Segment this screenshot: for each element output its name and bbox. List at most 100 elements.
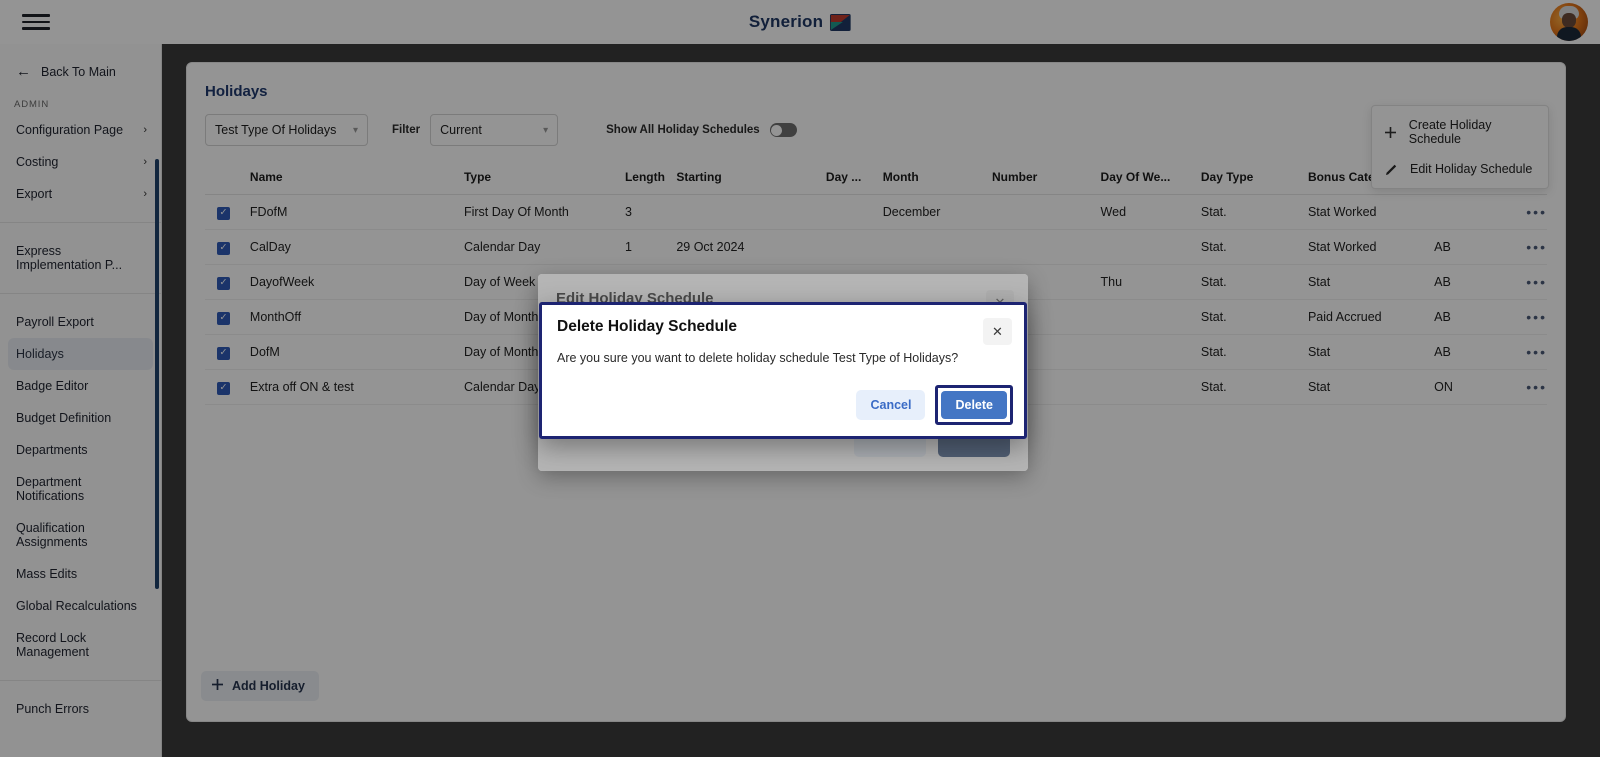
th-number[interactable]: Number [991, 162, 1101, 195]
cancel-button[interactable]: Cancel [856, 390, 926, 420]
row-overflow-menu-icon[interactable]: ••• [1526, 309, 1547, 325]
sidebar-item-label: Badge Editor [16, 379, 89, 393]
brand-logo: Synerion [749, 12, 852, 32]
cell-extra [1434, 194, 1527, 230]
hamburger-icon[interactable] [22, 11, 52, 33]
plus-icon [1384, 126, 1398, 139]
sidebar-section-label: ADMIN [14, 99, 50, 110]
delete-button[interactable]: Delete [941, 391, 1007, 419]
sidebar-divider [0, 293, 161, 294]
row-checkbox[interactable]: ✓ [217, 206, 230, 220]
th-starting[interactable]: Starting [676, 162, 826, 195]
th-month[interactable]: Month [882, 162, 992, 195]
avatar[interactable] [1550, 3, 1588, 41]
sidebar-item-holidays[interactable]: Holidays [8, 338, 153, 370]
sidebar-item-qualification-assignments[interactable]: Qualification Assignments [0, 512, 161, 558]
sidebar-item-mass-edits[interactable]: Mass Edits [0, 558, 161, 590]
th-name[interactable]: Name [249, 162, 464, 195]
table-row[interactable]: ✓ FDofM First Day Of Month 3 December Wed Stat… [205, 194, 1547, 230]
delete-holiday-schedule-dialog: Delete Holiday Schedule ✕ Are you sure y… [539, 302, 1027, 439]
cell-day-of-week [1100, 299, 1201, 335]
row-overflow-menu-icon[interactable]: ••• [1526, 344, 1547, 360]
cell-name: Extra off ON & test [249, 369, 464, 405]
cell-type: First Day Of Month [463, 194, 625, 230]
row-overflow-menu-icon[interactable]: ••• [1526, 379, 1547, 395]
chevron-right-icon: › [143, 156, 147, 168]
show-all-toggle[interactable] [769, 123, 797, 137]
cell-name: DayofWeek [249, 264, 464, 300]
cell-starting: 29 Oct 2024 [676, 229, 826, 265]
delete-dialog-footer: Cancel Delete [856, 385, 1013, 425]
row-checkbox[interactable]: ✓ [217, 381, 230, 395]
cell-starting [676, 194, 826, 230]
cell-day-off [825, 229, 883, 265]
th-day-off[interactable]: Day ... [825, 162, 883, 195]
row-checkbox[interactable]: ✓ [217, 311, 230, 325]
avatar-face [1562, 13, 1576, 28]
toggle-knob [771, 124, 783, 136]
actions-dropdown-menu: Create Holiday Schedule Edit Holiday Sch… [1371, 105, 1549, 189]
sidebar-item-payroll-export[interactable]: Payroll Export [0, 306, 161, 338]
row-menu-cell: ••• [1526, 334, 1547, 370]
sidebar-scrollbar[interactable] [155, 159, 159, 589]
sidebar-item-label: Holidays [16, 347, 64, 361]
back-to-main-button[interactable]: ← Back To Main [0, 44, 161, 79]
cell-bonus-category: Paid Accrued [1307, 299, 1435, 335]
sidebar: ← Back To Main ADMIN Configuration Page ›… [0, 44, 162, 757]
cell-type: Calendar Day [463, 229, 625, 265]
sidebar-item-costing[interactable]: Costing › [0, 146, 161, 178]
add-holiday-button[interactable]: Add Holiday [201, 671, 319, 701]
sidebar-item-express-implementation-p[interactable]: Express Implementation P... [0, 235, 161, 281]
row-checkbox[interactable]: ✓ [217, 241, 230, 255]
th-day-type[interactable]: Day Type [1200, 162, 1308, 195]
sidebar-item-budget-definition[interactable]: Budget Definition [0, 402, 161, 434]
th-day-of-week[interactable]: Day Of We... [1100, 162, 1201, 195]
sidebar-item-configuration-page[interactable]: Configuration Page › [0, 114, 161, 146]
cell-bonus-category: Stat Worked [1307, 194, 1435, 230]
sidebar-item-label: Global Recalculations [16, 599, 137, 613]
row-checkbox[interactable]: ✓ [217, 276, 230, 290]
row-checkbox-cell: ✓ [205, 334, 250, 370]
sidebar-item-export[interactable]: Export › [0, 178, 161, 210]
filter-select[interactable]: Current ▾ [430, 114, 559, 146]
app-root: Synerion ← Back To Main ADMIN Configurat… [0, 0, 1600, 757]
cell-extra: AB [1434, 229, 1527, 265]
sidebar-item-badge-editor[interactable]: Badge Editor [0, 370, 161, 402]
close-icon[interactable]: ✕ [983, 318, 1012, 345]
sidebar-item-global-recalculations[interactable]: Global Recalculations [0, 590, 161, 622]
row-overflow-menu-icon[interactable]: ••• [1526, 239, 1547, 255]
cell-extra: AB [1434, 264, 1527, 300]
schedule-select[interactable]: Test Type Of Holidays ▾ [205, 114, 368, 146]
menu-item-create-holiday-schedule[interactable]: Create Holiday Schedule [1372, 110, 1548, 154]
row-checkbox[interactable]: ✓ [217, 346, 230, 360]
synerion-mark-icon [830, 13, 852, 31]
cell-length: 3 [624, 194, 677, 230]
table-row[interactable]: ✓ CalDay Calendar Day 1 29 Oct 2024 Stat. Stat… [205, 229, 1547, 265]
sidebar-item-departments[interactable]: Departments [0, 434, 161, 466]
sidebar-item-label: Costing [16, 155, 59, 169]
row-overflow-menu-icon[interactable]: ••• [1526, 274, 1547, 290]
cell-bonus-category: Stat [1307, 369, 1435, 405]
cell-month: December [882, 194, 992, 230]
top-bar: Synerion [0, 0, 1600, 44]
cell-bonus-category: Stat Worked [1307, 229, 1435, 265]
sidebar-item-department-notifications[interactable]: Department Notifications [0, 466, 161, 512]
cell-day-off [825, 194, 883, 230]
chevron-down-icon: ▾ [352, 124, 358, 136]
menu-item-edit-holiday-schedule[interactable]: Edit Holiday Schedule [1372, 154, 1548, 184]
cell-name: CalDay [249, 229, 464, 265]
cell-name: FDofM [249, 194, 464, 230]
delete-dialog-message: Are you sure you want to delete holiday … [557, 351, 959, 365]
table-head: Name Type Length Starting Day ... Month … [205, 162, 1547, 195]
show-all-toggle-label: Show All Holiday Schedules [606, 124, 760, 136]
sidebar-item-record-lock-management[interactable]: Record Lock Management [0, 622, 161, 668]
row-checkbox-cell: ✓ [205, 369, 250, 405]
sidebar-nav: Configuration Page › Costing › Export › Expres… [0, 114, 161, 725]
row-checkbox-cell: ✓ [205, 264, 250, 300]
sidebar-item-label: Punch Errors [16, 702, 89, 716]
sidebar-item-punch-errors[interactable]: Punch Errors [0, 693, 161, 725]
th-length[interactable]: Length [624, 162, 677, 195]
th-type[interactable]: Type [463, 162, 625, 195]
row-overflow-menu-icon[interactable]: ••• [1526, 204, 1547, 220]
row-menu-cell: ••• [1526, 299, 1547, 335]
